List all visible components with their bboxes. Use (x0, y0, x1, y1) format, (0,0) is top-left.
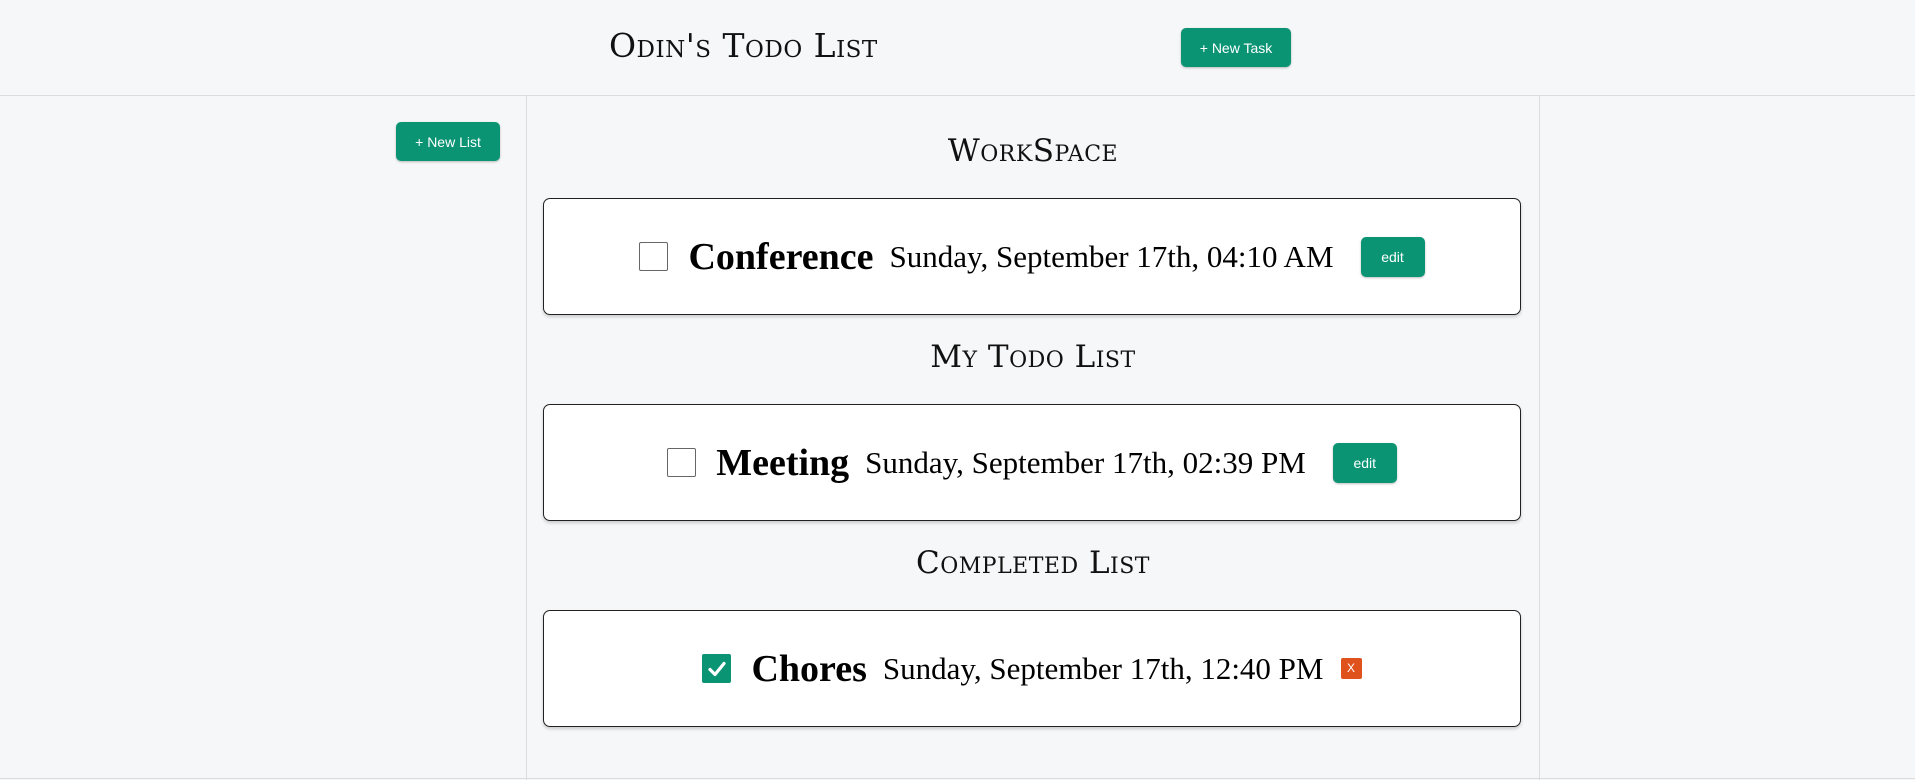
task-name: Chores (751, 647, 867, 690)
task-card: Meeting Sunday, September 17th, 02:39 PM… (543, 404, 1521, 521)
task-checkbox[interactable] (639, 242, 669, 271)
checkmark-icon (708, 661, 726, 676)
divider (0, 778, 1915, 779)
list-title-workspace: WorkSpace (947, 133, 1119, 169)
sidebar: + New List (0, 96, 527, 780)
list-title-my-todo-list: My Todo List (930, 339, 1136, 375)
main-content: WorkSpace Conference Sunday, September 1… (527, 96, 1540, 780)
edit-button[interactable]: edit (1360, 236, 1425, 277)
app-title: Odin's Todo List (609, 26, 878, 65)
task-card: Conference Sunday, September 17th, 04:10… (543, 198, 1521, 315)
task-card: Chores Sunday, September 17th, 12:40 PM … (543, 610, 1521, 727)
app-header: Odin's Todo List + New Task (0, 0, 1915, 96)
task-date: Sunday, September 17th, 04:10 AM (889, 238, 1334, 274)
task-checkbox-checked[interactable] (702, 654, 732, 683)
task-name: Meeting (716, 441, 850, 484)
task-date: Sunday, September 17th, 12:40 PM (882, 650, 1324, 686)
task-name: Conference (688, 235, 874, 278)
delete-button[interactable]: X (1340, 658, 1362, 679)
new-task-button[interactable]: + New Task (1181, 28, 1291, 67)
list-title-completed-list: Completed List (915, 545, 1150, 581)
edit-button[interactable]: edit (1332, 442, 1397, 483)
task-checkbox[interactable] (667, 448, 697, 477)
task-date: Sunday, September 17th, 02:39 PM (865, 444, 1306, 480)
new-list-button[interactable]: + New List (396, 122, 500, 161)
